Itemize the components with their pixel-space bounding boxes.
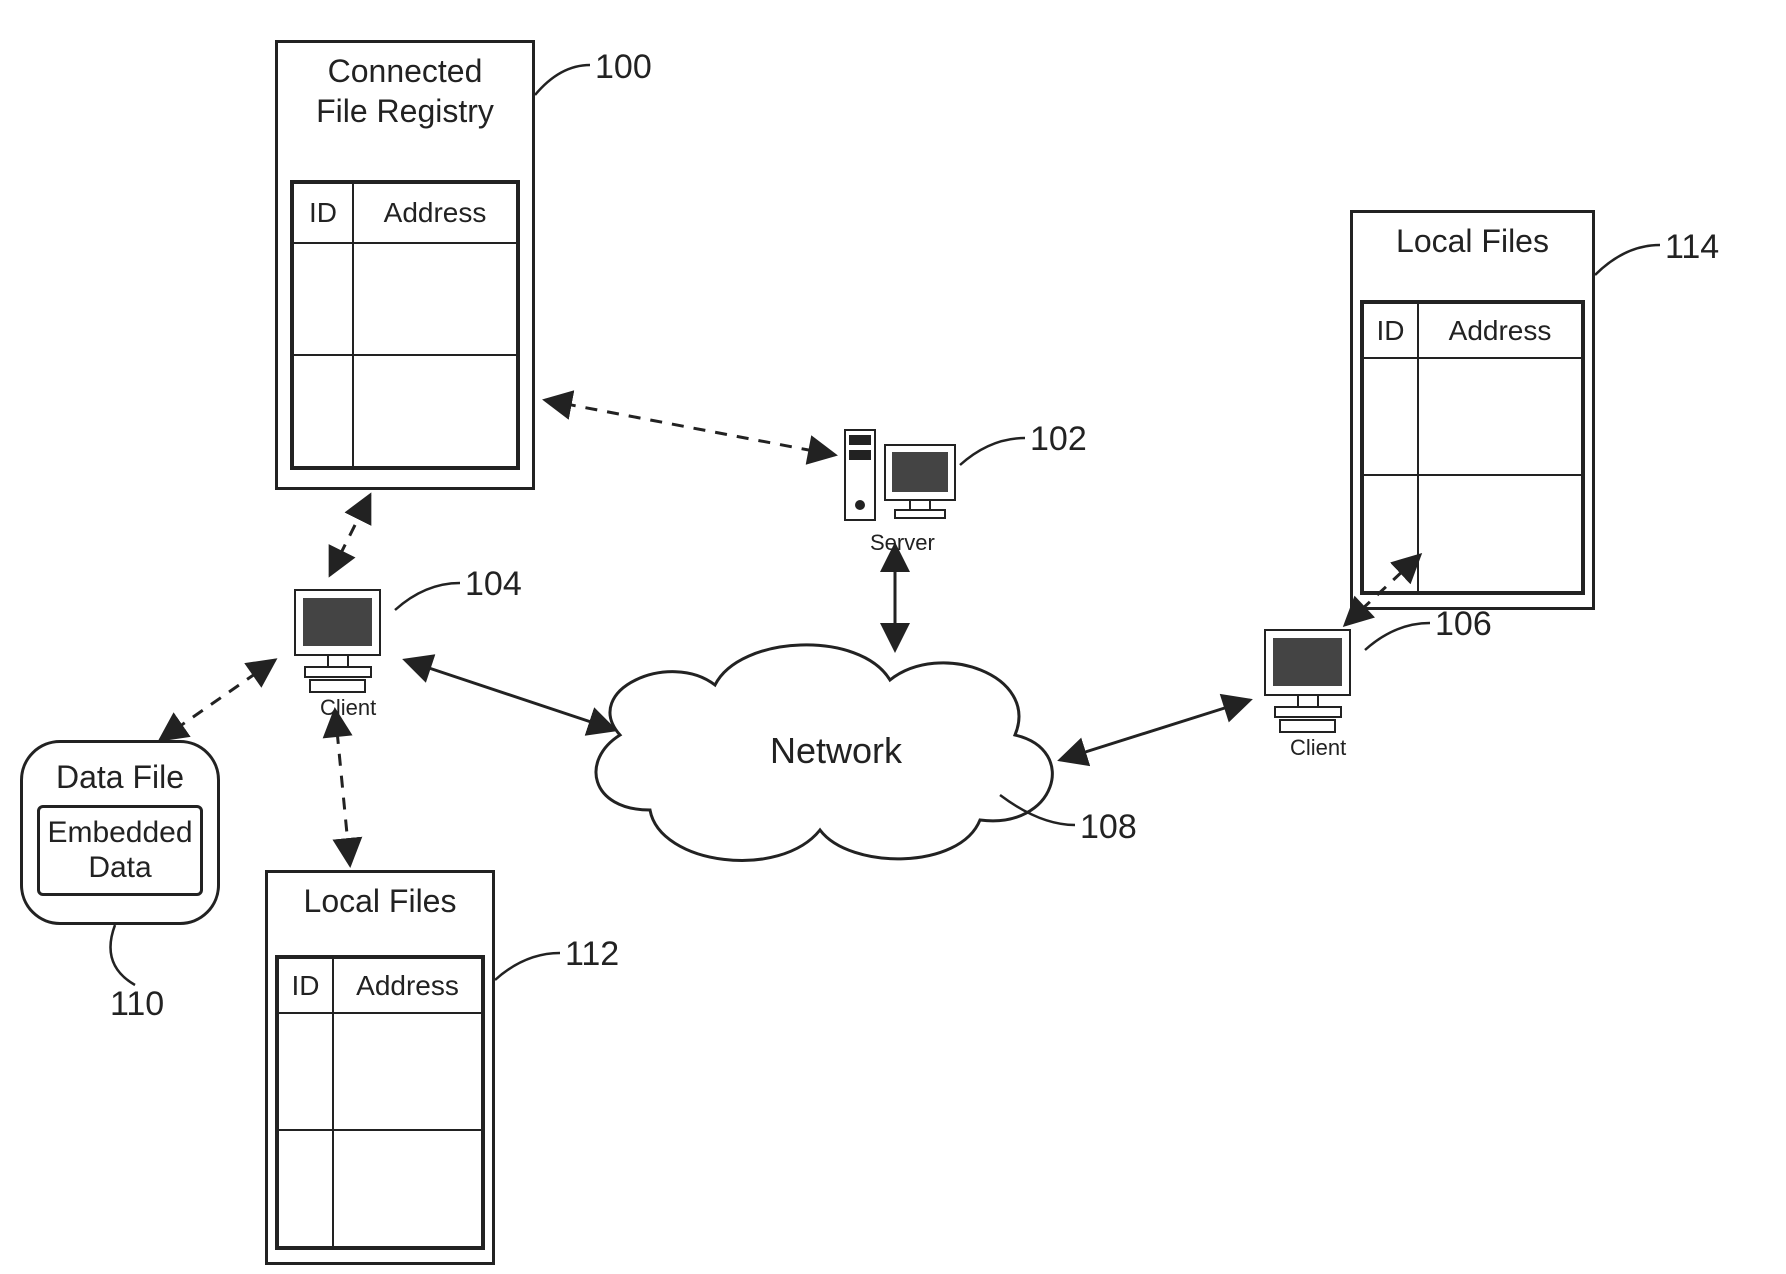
connectors [0,0,1786,1274]
diagram-canvas: Connected File Registry ID Address 100 L… [0,0,1786,1274]
